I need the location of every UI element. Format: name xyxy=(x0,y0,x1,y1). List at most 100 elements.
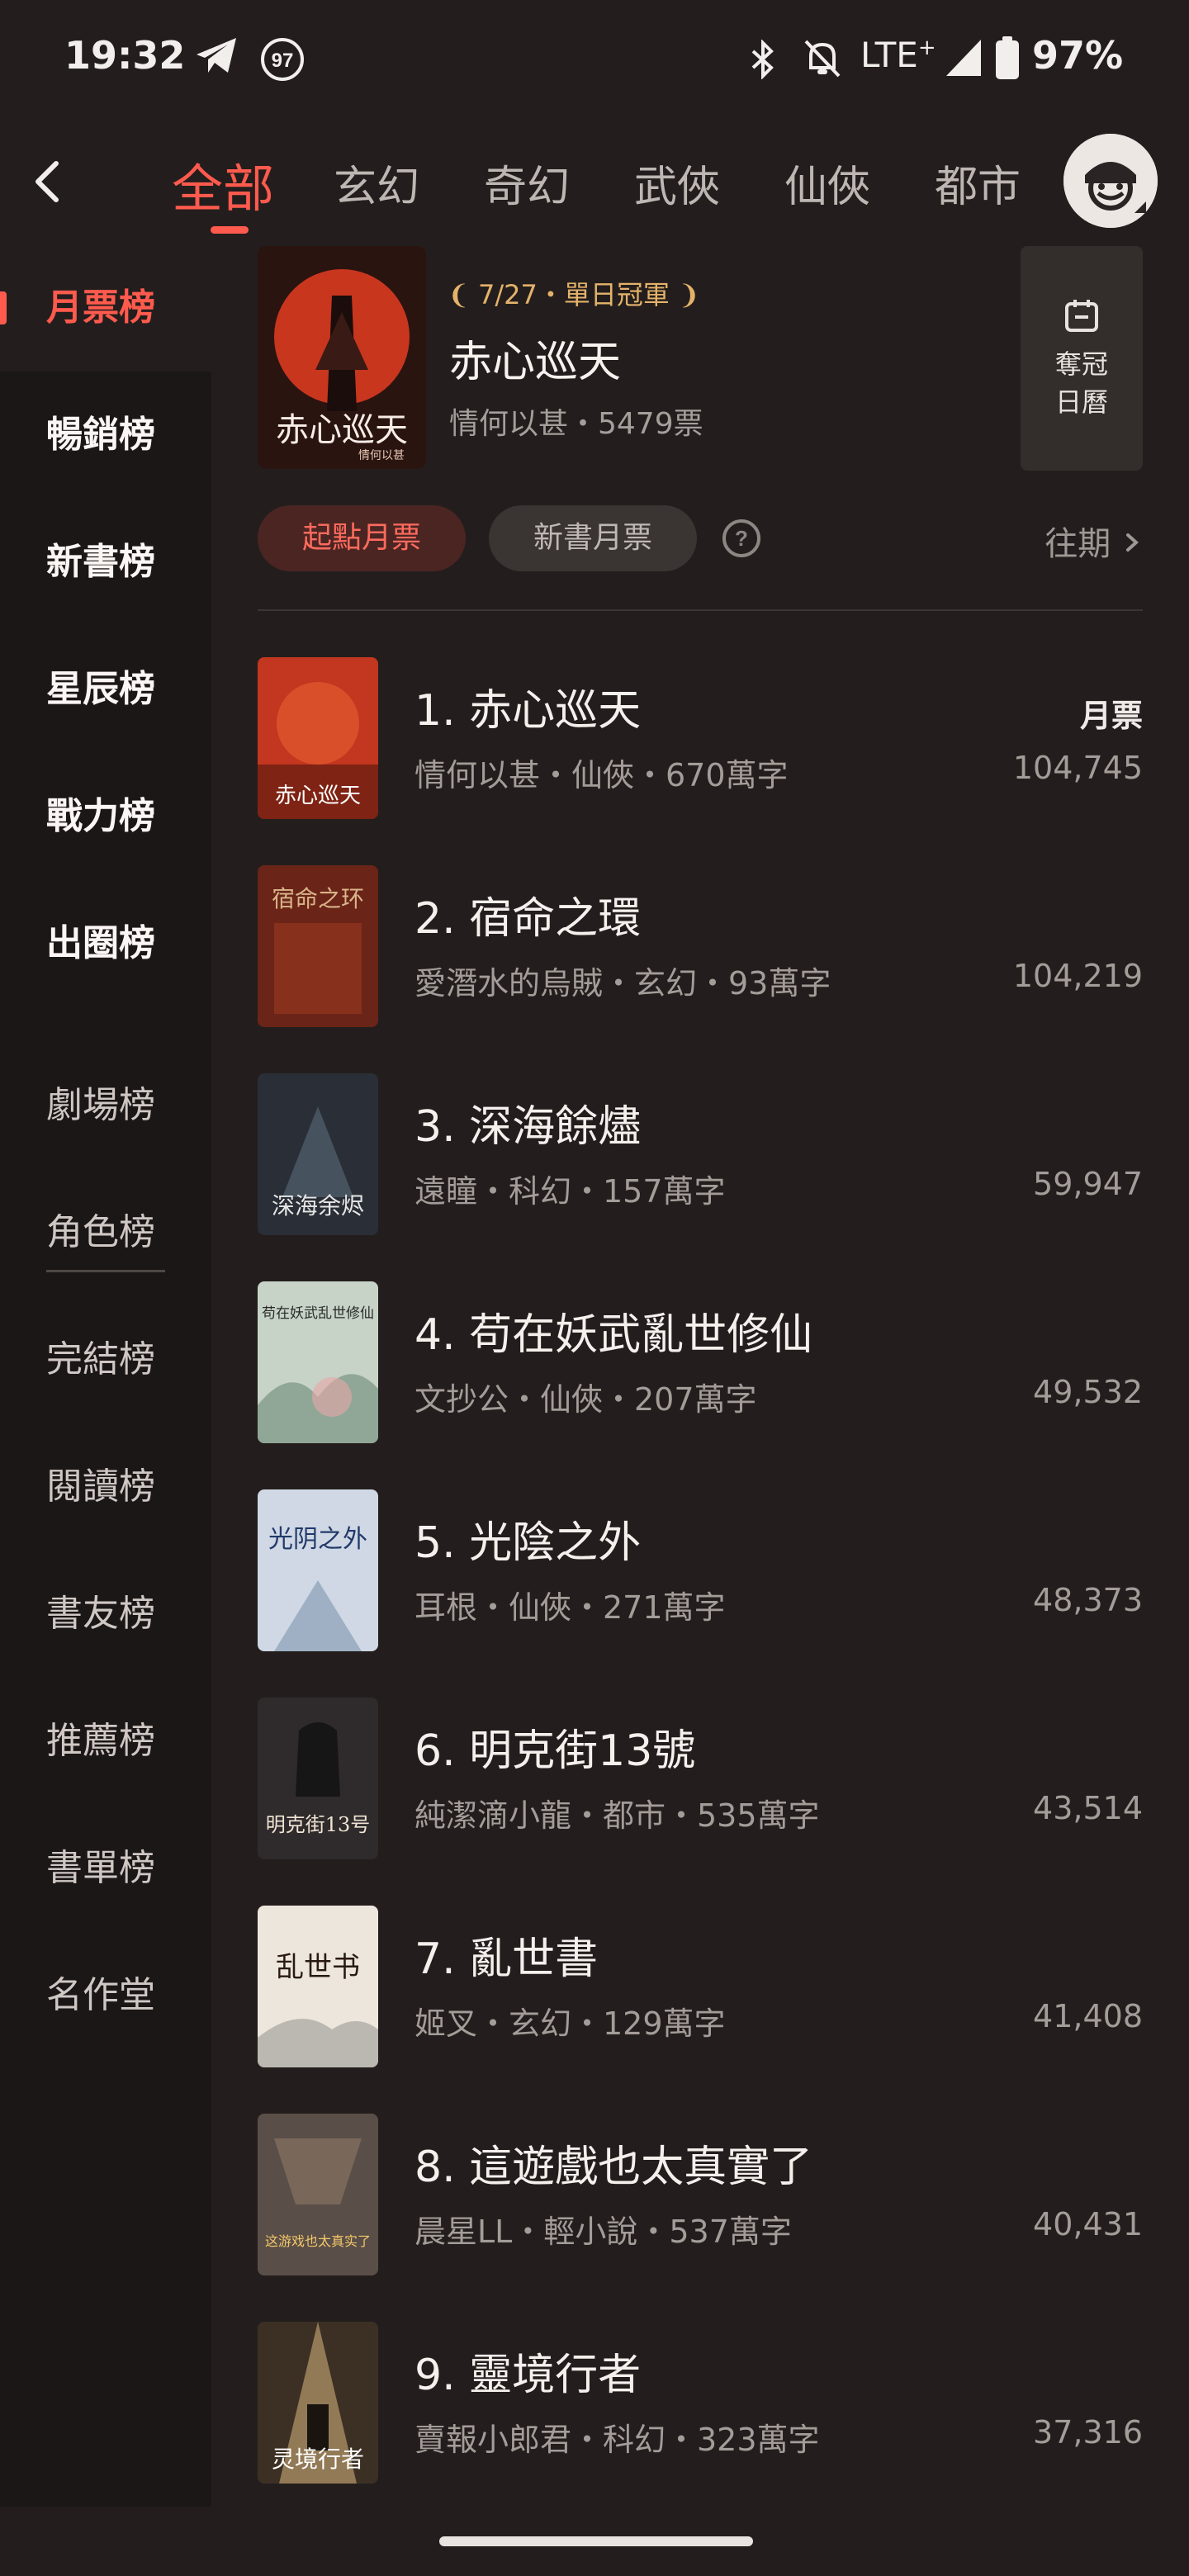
user-avatar-button[interactable] xyxy=(1063,134,1158,228)
sidebar-item-new-books[interactable]: 新書榜 xyxy=(0,499,211,626)
hero-book-cover[interactable]: 赤心巡天 情何以甚 xyxy=(258,246,426,469)
svg-text:赤心巡天: 赤心巡天 xyxy=(276,411,408,449)
list-item[interactable]: 宿命之环 2. 宿命之環 愛潛水的烏賊・玄幻・93萬字 104,219 xyxy=(258,865,1143,1030)
ticket-count: 104,745 xyxy=(1012,750,1143,786)
list-item[interactable]: 赤心巡天 1. 赤心巡天 月票 情何以甚・仙俠・670萬字 104,745 xyxy=(258,657,1143,822)
list-item[interactable]: 光阴之外 5. 光陰之外 耳根・仙俠・271萬字 48,373 xyxy=(258,1489,1143,1655)
sidebar-item-characters[interactable]: 角色榜 xyxy=(0,1169,211,1296)
list-item[interactable]: 苟在妖武乱世修仙 4. 苟在妖武亂世修仙 文抄公・仙俠・207萬字 49,532 xyxy=(258,1281,1143,1447)
list-item[interactable]: 乱世书 7. 亂世書 姬叉・玄幻・129萬字 41,408 xyxy=(258,1906,1143,2071)
book-meta: 純潔滴小龍・都市・535萬字 xyxy=(414,1797,820,1834)
daily-champion-card[interactable]: 赤心巡天 情何以甚 ❨ 7/27・單日冠軍 ❩ 赤心巡天 情何以甚・5479票 … xyxy=(258,246,1143,472)
signal-icon xyxy=(945,38,983,81)
sidebar-item-stars[interactable]: 星辰榜 xyxy=(0,626,211,753)
svg-text:赤心巡天: 赤心巡天 xyxy=(275,784,361,808)
tab-xuanhuan[interactable]: 玄幻 xyxy=(334,152,419,214)
hero-book-subtitle: 情何以甚・5479票 xyxy=(449,407,703,441)
svg-text:深海余烬: 深海余烬 xyxy=(272,1192,364,1219)
list-item[interactable]: 灵境行者 9. 靈境行者 賣報小郎君・科幻・323萬字 37,316 xyxy=(258,2322,1143,2487)
sidebar-item-readers[interactable]: 書友榜 xyxy=(0,1551,211,1678)
champion-badge: ❨ 7/27・單日冠軍 ❩ xyxy=(448,279,700,310)
help-icon[interactable]: ? xyxy=(722,519,761,558)
ticket-count: 48,373 xyxy=(1033,1582,1143,1618)
active-tab-indicator xyxy=(211,226,249,234)
tab-wuxia[interactable]: 武俠 xyxy=(634,152,720,214)
sidebar-item-label: 完結榜 xyxy=(46,1338,155,1380)
sidebar-item-label: 新書榜 xyxy=(46,541,155,583)
sidebar-item-label: 角色榜 xyxy=(46,1211,155,1253)
sidebar-item-power[interactable]: 戰力榜 xyxy=(0,753,211,880)
book-title: 4. 苟在妖武亂世修仙 xyxy=(414,1310,813,1360)
sidebar-item-breakout[interactable]: 出圈榜 xyxy=(0,880,211,1007)
sidebar-item-label: 閱讀榜 xyxy=(46,1466,155,1508)
calendar-icon xyxy=(1065,300,1098,332)
book-cover[interactable]: 赤心巡天 xyxy=(258,657,378,819)
calendar-label: 奪冠 日曆 xyxy=(1054,348,1108,418)
list-item[interactable]: 深海余烬 3. 深海餘燼 遠瞳・科幻・157萬字 59,947 xyxy=(258,1073,1143,1238)
tab-qihuan[interactable]: 奇幻 xyxy=(484,152,570,214)
laurel-right-icon: ❩ xyxy=(678,279,700,310)
sidebar-item-label: 推薦榜 xyxy=(46,1720,155,1762)
book-cover[interactable]: 深海余烬 xyxy=(258,1073,378,1235)
sidebar-item-completed[interactable]: 完結榜 xyxy=(0,1296,211,1423)
book-cover[interactable]: 宿命之环 xyxy=(258,865,378,1027)
svg-text:情何以甚: 情何以甚 xyxy=(358,449,405,462)
network-label: LTE+ xyxy=(860,35,936,75)
hero-book-title: 赤心巡天 xyxy=(449,338,622,387)
chevron-right-icon xyxy=(1126,533,1139,552)
sidebar-item-monthly-ticket[interactable]: 月票榜 xyxy=(0,244,211,372)
ticket-filter-row: 起點月票 新書月票 ? 往期 xyxy=(258,505,1143,575)
ticket-count: 41,408 xyxy=(1033,1998,1143,2034)
book-cover[interactable]: 灵境行者 xyxy=(258,2322,378,2484)
tab-dushi[interactable]: 都市 xyxy=(935,152,1021,214)
ranking-sidebar: 月票榜 暢銷榜 新書榜 星辰榜 戰力榜 出圈榜 劇場榜 角色榜 完結榜 閱讀榜 … xyxy=(0,244,211,2507)
filter-new-book-monthly[interactable]: 新書月票 xyxy=(489,505,697,571)
sidebar-item-theater[interactable]: 劇場榜 xyxy=(0,1042,211,1169)
book-meta: 文抄公・仙俠・207萬字 xyxy=(414,1381,757,1418)
sidebar-item-label: 星辰榜 xyxy=(46,668,155,710)
ticket-count: 37,316 xyxy=(1033,2414,1143,2451)
status-time: 19:32 xyxy=(64,33,186,78)
book-cover[interactable]: 苟在妖武乱世修仙 xyxy=(258,1281,378,1443)
book-cover[interactable]: 这游戏也太真实了 xyxy=(258,2114,378,2275)
book-cover[interactable]: 光阴之外 xyxy=(258,1489,378,1651)
ticket-count: 59,947 xyxy=(1033,1166,1143,1202)
sidebar-item-label: 暢銷榜 xyxy=(46,414,155,456)
book-meta: 耳根・仙俠・271萬字 xyxy=(414,1589,726,1626)
book-cover[interactable]: 明克街13号 xyxy=(258,1698,378,1859)
book-cover[interactable]: 乱世书 xyxy=(258,1906,378,2067)
champion-calendar-button[interactable]: 奪冠 日曆 xyxy=(1021,246,1143,471)
filter-qidian-monthly[interactable]: 起點月票 xyxy=(258,505,466,571)
sidebar-item-label: 書友榜 xyxy=(46,1593,155,1635)
sidebar-item-label: 劇場榜 xyxy=(46,1084,155,1126)
ticket-count: 49,532 xyxy=(1033,1374,1143,1410)
svg-text:乱世书: 乱世书 xyxy=(276,1951,360,1984)
notification-count-icon: 97 xyxy=(259,36,306,86)
sidebar-item-label: 名作堂 xyxy=(46,1974,155,2016)
status-bar: 19:32 97 LTE+ 97% xyxy=(0,0,1189,120)
tab-all[interactable]: 全部 xyxy=(172,147,274,221)
book-title: 8. 這遊戲也太真實了 xyxy=(414,2143,813,2192)
home-indicator[interactable] xyxy=(439,2536,753,2546)
past-issues-link[interactable]: 往期 xyxy=(1045,517,1143,565)
back-button[interactable] xyxy=(23,157,73,206)
tab-xianxia[interactable]: 仙俠 xyxy=(784,152,870,214)
svg-text:苟在妖武乱世修仙: 苟在妖武乱世修仙 xyxy=(262,1305,374,1322)
avatar-icon xyxy=(1063,134,1158,228)
sidebar-item-hall-of-fame[interactable]: 名作堂 xyxy=(0,1932,211,2059)
sidebar-item-reading[interactable]: 閱讀榜 xyxy=(0,1423,211,1551)
sidebar-item-bestseller[interactable]: 暢銷榜 xyxy=(0,372,211,499)
telegram-icon xyxy=(195,36,238,78)
ticket-count: 104,219 xyxy=(1012,958,1143,994)
book-title: 6. 明克街13號 xyxy=(414,1726,696,1776)
bluetooth-icon xyxy=(748,39,778,83)
sidebar-item-booklists[interactable]: 書單榜 xyxy=(0,1805,211,1932)
list-item[interactable]: 明克街13号 6. 明克街13號 純潔滴小龍・都市・535萬字 43,514 xyxy=(258,1698,1143,1863)
battery-icon xyxy=(996,36,1019,83)
svg-text:灵境行者: 灵境行者 xyxy=(272,2446,364,2473)
sidebar-item-recommend[interactable]: 推薦榜 xyxy=(0,1678,211,1805)
book-meta: 晨星LL・輕小說・537萬字 xyxy=(414,2214,792,2250)
book-meta: 姬叉・玄幻・129萬字 xyxy=(414,2005,726,2042)
list-item[interactable]: 这游戏也太真实了 8. 這遊戲也太真實了 晨星LL・輕小說・537萬字 40,4… xyxy=(258,2114,1143,2279)
sidebar-item-label: 月票榜 xyxy=(46,286,155,329)
